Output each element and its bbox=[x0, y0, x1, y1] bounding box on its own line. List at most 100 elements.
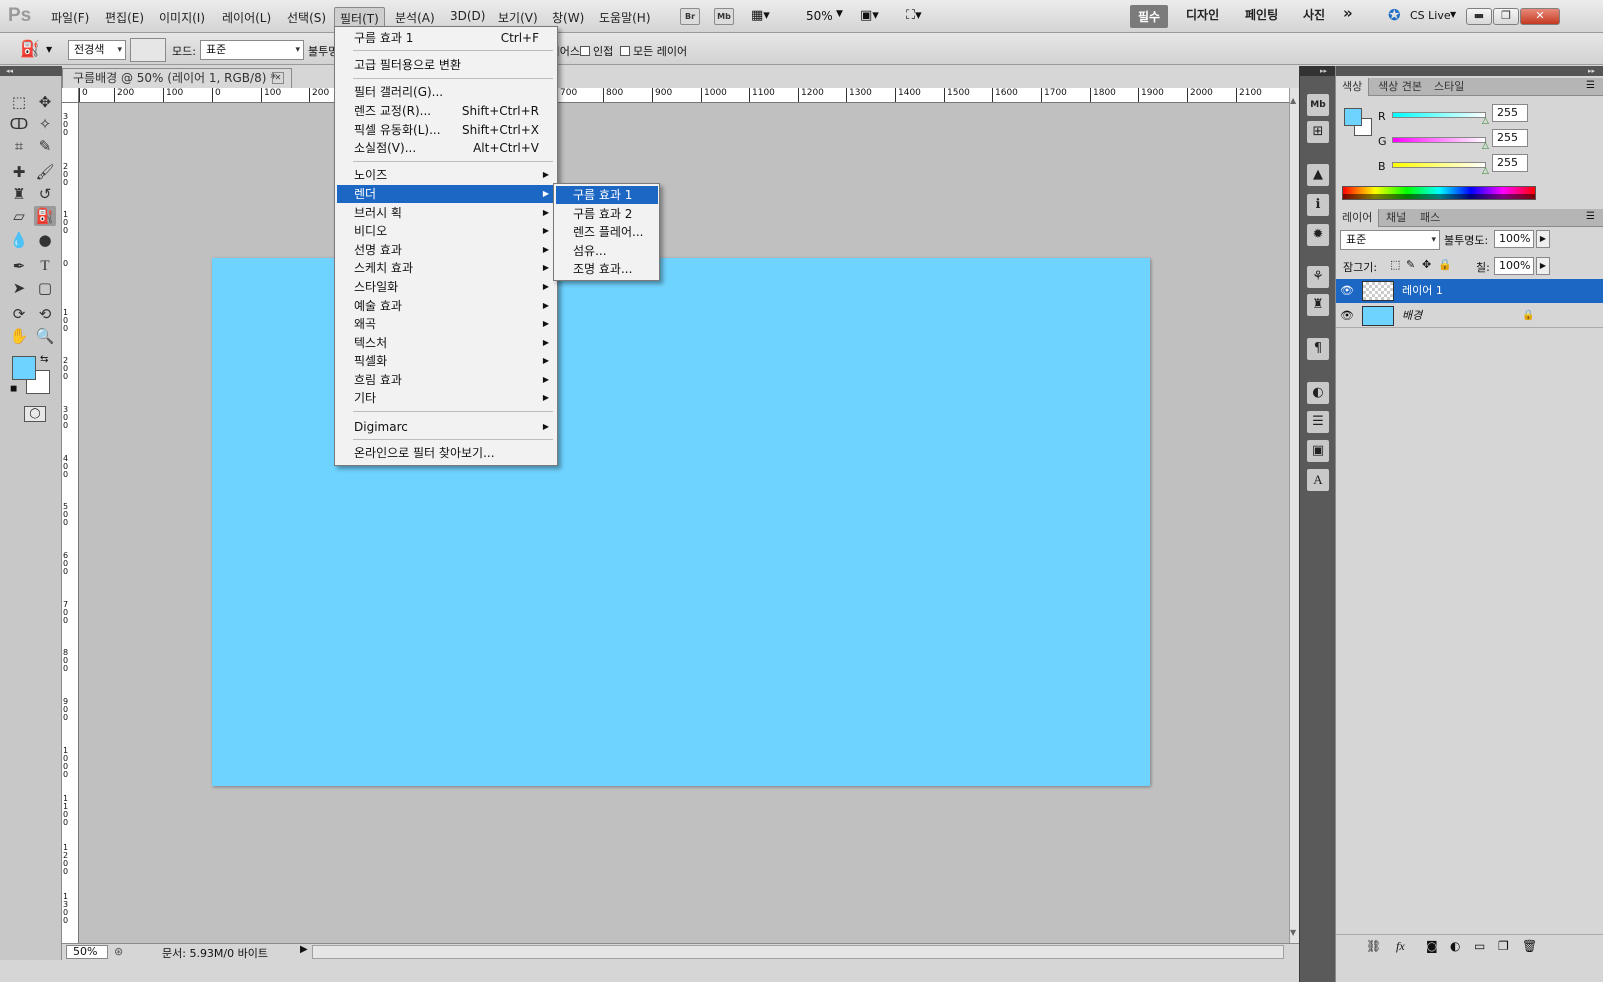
scroll-down-icon[interactable]: ▼ bbox=[1290, 928, 1296, 937]
menu-select[interactable]: 선택(S) bbox=[287, 9, 326, 26]
blend-mode-select[interactable]: 표준 ▾ bbox=[200, 40, 304, 60]
3d-orbit-tool-icon[interactable]: ⟲ bbox=[34, 304, 56, 324]
b-slider[interactable] bbox=[1392, 162, 1486, 168]
menu-3d[interactable]: 3D(D) bbox=[450, 9, 485, 23]
masks-panel-icon[interactable]: ☰ bbox=[1307, 411, 1329, 433]
adjustments-panel-icon[interactable]: ◐ bbox=[1307, 382, 1329, 404]
status-info-icon[interactable]: ⊛ bbox=[114, 945, 123, 958]
history-brush-tool-icon[interactable]: ↺ bbox=[34, 184, 56, 204]
lock-position-icon[interactable]: ✥ bbox=[1422, 258, 1431, 271]
menu-file[interactable]: 파일(F) bbox=[51, 9, 89, 26]
filter-menu-browse-online[interactable]: 온라인으로 필터 찾아보기... bbox=[337, 444, 555, 462]
navigator-panel-icon[interactable]: ✹ bbox=[1307, 224, 1329, 246]
slider-handle-icon[interactable]: △ bbox=[1482, 116, 1489, 126]
menu-window[interactable]: 창(W) bbox=[552, 9, 584, 26]
paint-bucket-tool-icon[interactable]: ⛽ bbox=[20, 39, 40, 58]
screen-mode-icon[interactable]: ⛶▾ bbox=[906, 8, 922, 23]
filter-menu-digimarc[interactable]: Digimarc ▶ bbox=[337, 418, 555, 436]
fill-slider-arrow-icon[interactable]: ▶ bbox=[1536, 257, 1550, 275]
zoom-level-select[interactable]: 50% bbox=[806, 9, 833, 23]
type-tool-icon[interactable]: T bbox=[34, 256, 56, 276]
minimize-window-button[interactable]: ▬ bbox=[1466, 8, 1492, 25]
eyedropper-tool-icon[interactable]: ✎ bbox=[34, 136, 56, 156]
vertical-scrollbar[interactable]: ▲ ▼ bbox=[1289, 88, 1299, 943]
render-lens-flare[interactable]: 렌즈 플레어... bbox=[556, 223, 658, 241]
status-menu-arrow-icon[interactable]: ▶ bbox=[300, 944, 308, 955]
filter-menu-texture[interactable]: 텍스처 ▶ bbox=[337, 334, 555, 352]
brush-panel-icon[interactable]: ⚘ bbox=[1307, 266, 1329, 288]
r-slider[interactable] bbox=[1392, 112, 1486, 118]
tab-layers[interactable]: 레이어 bbox=[1336, 209, 1380, 227]
menu-image[interactable]: 이미지(I) bbox=[159, 9, 205, 26]
g-value-field[interactable]: 255 bbox=[1492, 129, 1528, 147]
healing-brush-tool-icon[interactable]: ✚ bbox=[8, 162, 30, 182]
filter-menu-convert-smart[interactable]: 고급 필터용으로 변환 bbox=[337, 56, 555, 74]
lock-image-icon[interactable]: ✎ bbox=[1406, 258, 1415, 271]
cs-live-icon[interactable]: ✪ bbox=[1388, 6, 1401, 24]
close-window-button[interactable]: ✕ bbox=[1520, 8, 1560, 25]
filter-menu-other[interactable]: 기타 ▶ bbox=[337, 389, 555, 407]
3d-panel-icon[interactable]: ▣ bbox=[1307, 440, 1329, 462]
paragraph-panel-icon[interactable]: ¶ bbox=[1307, 338, 1329, 360]
layer-row-background[interactable]: 👁 배경 🔒 bbox=[1336, 304, 1603, 328]
cs-live-label[interactable]: CS Live bbox=[1410, 9, 1451, 22]
history-panel-icon[interactable]: ⊞ bbox=[1307, 121, 1329, 143]
quick-mask-icon[interactable]: ◯ bbox=[24, 406, 46, 422]
mini-bridge-panel-icon[interactable]: Mb bbox=[1307, 94, 1329, 116]
pen-tool-icon[interactable]: ✒ bbox=[8, 256, 30, 276]
arrange-documents-icon[interactable]: ▣▾ bbox=[860, 8, 879, 23]
panel-menu-icon[interactable]: ☰ bbox=[1586, 211, 1595, 222]
tab-color[interactable]: 색상 bbox=[1336, 78, 1370, 96]
slider-handle-icon[interactable]: △ bbox=[1482, 141, 1489, 151]
all-layers-checkbox[interactable]: 모든 레이어 bbox=[620, 43, 687, 59]
filter-menu-sharpen[interactable]: 선명 효과 ▶ bbox=[337, 241, 555, 259]
filter-menu-brush-strokes[interactable]: 브러시 획 ▶ bbox=[337, 204, 555, 222]
filter-menu-noise[interactable]: 노이즈 ▶ bbox=[337, 166, 555, 184]
workspace-painting[interactable]: 페인팅 bbox=[1245, 6, 1278, 23]
brush-tool-icon[interactable]: 🖌 bbox=[34, 162, 56, 182]
opacity-slider-arrow-icon[interactable]: ▶ bbox=[1536, 230, 1550, 248]
histogram-panel-icon[interactable]: ▲ bbox=[1307, 164, 1329, 186]
clone-stamp-tool-icon[interactable]: ♜ bbox=[8, 184, 30, 204]
chevron-down-icon[interactable]: ▼ bbox=[1450, 10, 1456, 19]
dodge-tool-icon[interactable]: ● bbox=[34, 230, 56, 250]
layer-row-layer-1[interactable]: 👁 레이어 1 bbox=[1336, 279, 1603, 303]
delete-layer-icon[interactable]: 🗑 bbox=[1522, 939, 1537, 953]
filter-menu-vanishing-point[interactable]: 소실점(V)... Alt+Ctrl+V bbox=[337, 139, 555, 157]
filter-menu-blur[interactable]: 흐림 효과 ▶ bbox=[337, 371, 555, 389]
crop-tool-icon[interactable]: ⌗ bbox=[8, 136, 30, 156]
workspace-design[interactable]: 디자인 bbox=[1186, 6, 1219, 23]
clone-source-panel-icon[interactable]: ♜ bbox=[1307, 294, 1329, 316]
collapse-icon[interactable]: ▸▸ bbox=[1300, 66, 1336, 76]
filter-menu-last-filter[interactable]: 구름 효과 1 Ctrl+F bbox=[337, 29, 555, 47]
menu-edit[interactable]: 편집(E) bbox=[105, 9, 144, 26]
tab-channels[interactable]: 채널 bbox=[1380, 209, 1412, 227]
r-value-field[interactable]: 255 bbox=[1492, 104, 1528, 122]
filter-menu-sketch[interactable]: 스케치 효과 ▶ bbox=[337, 259, 555, 277]
document-tab[interactable]: 구름배경 @ 50% (레이어 1, RGB/8) * ✕ bbox=[62, 68, 292, 88]
visibility-eye-icon[interactable]: 👁 bbox=[1340, 304, 1354, 328]
move-tool-icon[interactable]: ✥ bbox=[34, 92, 56, 112]
path-selection-tool-icon[interactable]: ➤ bbox=[8, 278, 30, 298]
menu-layer[interactable]: 레이어(L) bbox=[222, 9, 271, 26]
bridge-button[interactable]: Br bbox=[680, 8, 700, 25]
horizontal-scrollbar[interactable] bbox=[312, 945, 1284, 959]
layer-blend-mode-select[interactable]: 표준 ▾ bbox=[1340, 230, 1440, 250]
ruler-origin[interactable] bbox=[62, 88, 79, 103]
lock-all-icon[interactable]: 🔒 bbox=[1438, 258, 1452, 271]
swap-colors-icon[interactable]: ⇆ bbox=[40, 354, 48, 365]
default-colors-icon[interactable]: ◼ bbox=[10, 384, 17, 394]
layer-name[interactable]: 레이어 1 bbox=[1402, 279, 1443, 303]
tab-swatches[interactable]: 색상 견본 bbox=[1372, 78, 1428, 96]
blur-tool-icon[interactable]: 💧 bbox=[8, 230, 30, 250]
info-panel-icon[interactable]: ℹ bbox=[1307, 194, 1329, 216]
filter-menu-liquify[interactable]: 픽셀 유동화(L)... Shift+Ctrl+X bbox=[337, 121, 555, 139]
filter-menu-render[interactable]: 렌더 ▶ bbox=[337, 185, 555, 203]
new-group-icon[interactable]: ▭ bbox=[1474, 939, 1485, 953]
filter-menu-stylize[interactable]: 스타일화 ▶ bbox=[337, 278, 555, 296]
paint-bucket-tool-icon[interactable]: ⛽ bbox=[34, 206, 56, 226]
3d-rotate-tool-icon[interactable]: ⟳ bbox=[8, 304, 30, 324]
tool-preset-picker-icon[interactable]: ▼ bbox=[46, 45, 52, 54]
workspace-essentials[interactable]: 필수 bbox=[1130, 5, 1169, 28]
panel-menu-icon[interactable]: ☰ bbox=[1586, 80, 1595, 91]
